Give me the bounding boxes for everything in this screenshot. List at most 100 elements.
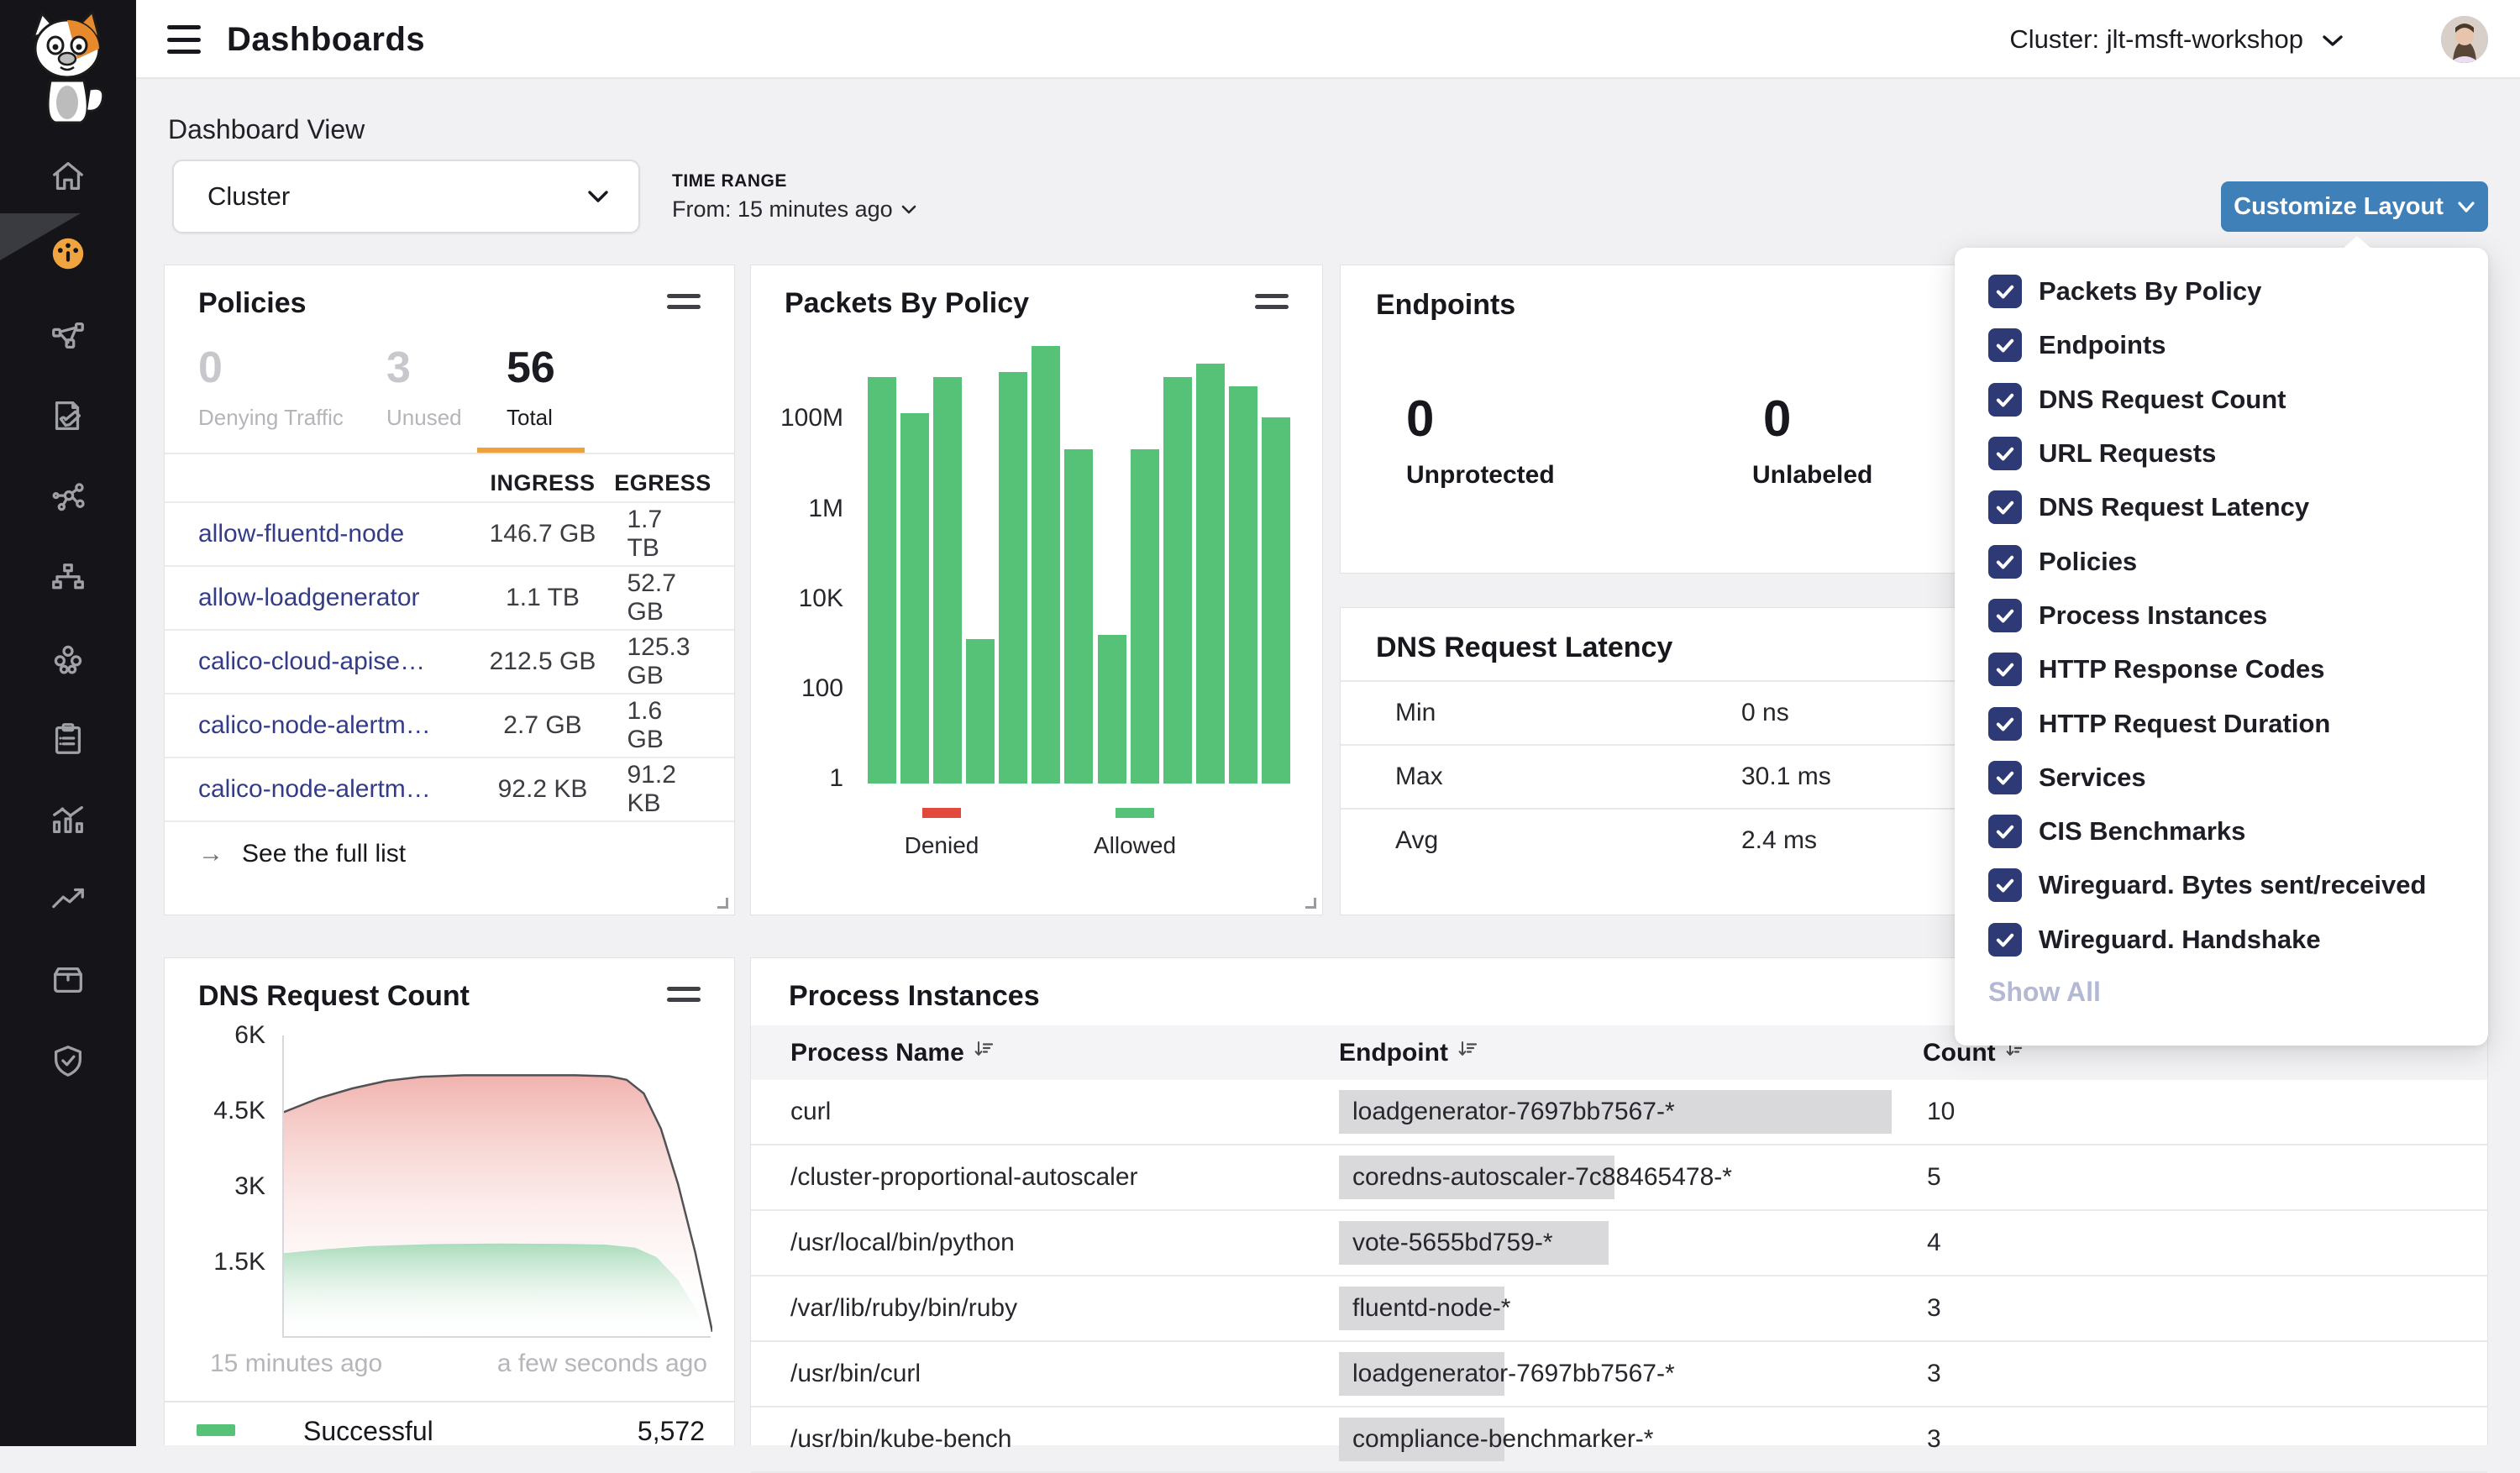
menu-item-wireguard-handshake[interactable]: Wireguard. Handshake	[1988, 913, 2454, 967]
drag-handle-icon[interactable]	[667, 987, 701, 1009]
allowed-bar	[900, 413, 929, 784]
menu-item-url-requests[interactable]: URL Requests	[1988, 427, 2454, 480]
menu-item-dns-request-latency[interactable]: DNS Request Latency	[1988, 480, 2454, 534]
policy-name-link[interactable]: calico-node-alertmana…	[198, 711, 433, 740]
legend-item-denied[interactable]: Denied	[858, 807, 1026, 859]
cluster-selector[interactable]: Cluster: jlt-msft-workshop	[2009, 0, 2344, 79]
endpoint-chip[interactable]: compliance-benchmarker-*	[1339, 1418, 1504, 1461]
sidebar-item-service-graph[interactable]	[29, 309, 107, 363]
allowed-bar	[1262, 417, 1290, 784]
checkbox-checked-icon[interactable]	[1988, 328, 2022, 362]
resize-handle[interactable]	[717, 898, 728, 909]
sidebar-item-policies[interactable]	[29, 389, 107, 443]
checkbox-checked-icon[interactable]	[1988, 599, 2022, 632]
time-range-value[interactable]: From: 15 minutes ago	[672, 197, 916, 223]
policy-name-link[interactable]: allow-fluentd-node	[198, 520, 404, 548]
card-title: Endpoints	[1376, 289, 1515, 322]
sidebar-item-home[interactable]	[29, 149, 107, 203]
calico-cat-logo[interactable]	[18, 8, 118, 124]
dashboard-view-select[interactable]: Cluster	[172, 160, 640, 233]
network-sets-icon	[49, 559, 87, 598]
process-row: /var/lib/ruby/bin/rubyfluentd-node-*3	[751, 1276, 2487, 1342]
menu-item-process-instances[interactable]: Process Instances	[1988, 589, 2454, 642]
drag-handle-icon[interactable]	[1255, 294, 1289, 316]
checkbox-checked-icon[interactable]	[1988, 437, 2022, 470]
sidebar-item-image-assurance[interactable]	[29, 953, 107, 1007]
customize-layout-button[interactable]: Customize Layout	[2221, 181, 2488, 232]
checkbox-checked-icon[interactable]	[1988, 868, 2022, 902]
checkbox-checked-icon[interactable]	[1988, 923, 2022, 957]
policies-stat-denying-traffic[interactable]: 0Denying Traffic	[198, 343, 344, 431]
menu-item-http-request-duration[interactable]: HTTP Request Duration	[1988, 696, 2454, 750]
hamburger-menu-icon[interactable]	[167, 25, 201, 54]
checkbox-checked-icon[interactable]	[1988, 815, 2022, 848]
column-header-process-name[interactable]: Process Name	[790, 1039, 995, 1067]
checkbox-checked-icon[interactable]	[1988, 383, 2022, 417]
dashboard-view-label: Dashboard View	[168, 114, 365, 145]
checkbox-checked-icon[interactable]	[1988, 275, 2022, 308]
sidebar-item-dashboards-gauge[interactable]	[29, 227, 107, 280]
endpoint-chip[interactable]: coredns-autoscaler-7c88465478-*	[1339, 1156, 1614, 1199]
menu-item-packets-by-policy[interactable]: Packets By Policy	[1988, 265, 2454, 318]
menu-item-label: HTTP Request Duration	[2039, 709, 2330, 739]
column-header-endpoint[interactable]: Endpoint	[1339, 1039, 1478, 1067]
endpoint-chip[interactable]: loadgenerator-7697bb7567-*	[1339, 1352, 1504, 1396]
menu-item-label: CIS Benchmarks	[2039, 816, 2245, 847]
menu-item-services[interactable]: Services	[1988, 751, 2454, 805]
menu-item-http-response-codes[interactable]: HTTP Response Codes	[1988, 642, 2454, 696]
sidebar-item-compliance-reports[interactable]	[29, 712, 107, 766]
policy-name-link[interactable]: calico-cloud-apiserver-…	[198, 647, 433, 676]
sidebar-item-timeline[interactable]	[29, 793, 107, 847]
drag-handle-icon[interactable]	[667, 294, 701, 316]
latency-metric-label: Min	[1395, 699, 1436, 727]
menu-item-dns-request-count[interactable]: DNS Request Count	[1988, 373, 2454, 427]
menu-item-endpoints[interactable]: Endpoints	[1988, 318, 2454, 372]
sidebar-item-flow-visualizations[interactable]	[29, 471, 107, 525]
checkbox-checked-icon[interactable]	[1988, 490, 2022, 524]
checkbox-checked-icon[interactable]	[1988, 707, 2022, 741]
policy-name-link[interactable]: allow-loadgenerator	[198, 584, 420, 612]
endpoint-chip[interactable]: vote-5655bd759-*	[1339, 1221, 1609, 1265]
process-name: /usr/bin/kube-bench	[790, 1425, 1012, 1454]
sidebar-item-threat-feeds[interactable]	[29, 873, 107, 926]
sidebar-item-threat-defense-shield[interactable]	[29, 1034, 107, 1088]
card-title: DNS Request Latency	[1376, 632, 1672, 664]
dashboard-view-value: Cluster	[207, 181, 290, 212]
see-full-list-link[interactable]: → See the full list	[165, 820, 734, 886]
checkbox-checked-icon[interactable]	[1988, 761, 2022, 794]
threat-defense-shield-icon	[49, 1041, 87, 1080]
user-avatar[interactable]	[2441, 16, 2488, 63]
legend-swatch-green	[197, 1424, 235, 1436]
chevron-down-icon	[901, 204, 916, 215]
sort-icon	[1457, 1039, 1478, 1067]
legend-item-allowed[interactable]: Allowed	[1051, 807, 1219, 859]
process-name: /var/lib/ruby/bin/ruby	[790, 1294, 1017, 1323]
sidebar-item-endpoints[interactable]	[29, 632, 107, 685]
menu-item-cis-benchmarks[interactable]: CIS Benchmarks	[1988, 805, 2454, 858]
menu-item-wireguard-bytes-sent-received[interactable]: Wireguard. Bytes sent/received	[1988, 858, 2454, 912]
show-all-link[interactable]: Show All	[1988, 977, 2101, 1008]
timeline-icon	[49, 800, 87, 839]
menu-item-policies[interactable]: Policies	[1988, 534, 2454, 588]
process-row: /usr/local/bin/pythonvote-5655bd759-*4	[751, 1211, 2487, 1276]
column-header-egress[interactable]: EGRESS	[614, 470, 711, 496]
sidebar	[0, 0, 136, 1446]
resize-handle[interactable]	[1305, 898, 1316, 909]
checkbox-checked-icon[interactable]	[1988, 545, 2022, 579]
policy-egress-value: 1.6 GB	[627, 697, 699, 754]
y-tick-label: 1	[829, 764, 843, 793]
policies-stat-unused[interactable]: 3Unused	[386, 343, 462, 431]
menu-item-label: Packets By Policy	[2039, 276, 2261, 307]
sidebar-item-network-sets[interactable]	[29, 552, 107, 605]
x-axis-label-end: a few seconds ago	[497, 1350, 707, 1378]
checkbox-checked-icon[interactable]	[1988, 653, 2022, 686]
allowed-bar	[1131, 449, 1159, 784]
policy-ingress-value: 146.7 GB	[490, 520, 596, 548]
column-header-ingress[interactable]: INGRESS	[490, 470, 595, 496]
policy-row: calico-node-alertmana…2.7 GB1.6 GB	[165, 693, 734, 757]
policies-stat-total[interactable]: 56Total	[507, 343, 555, 431]
endpoint-chip[interactable]: loadgenerator-7697bb7567-*	[1339, 1090, 1892, 1134]
endpoint-chip[interactable]: fluentd-node-*	[1339, 1287, 1504, 1330]
policy-name-link[interactable]: calico-node-alertmana…	[198, 775, 433, 804]
top-bar: Dashboards Cluster: jlt-msft-workshop	[136, 0, 2520, 79]
